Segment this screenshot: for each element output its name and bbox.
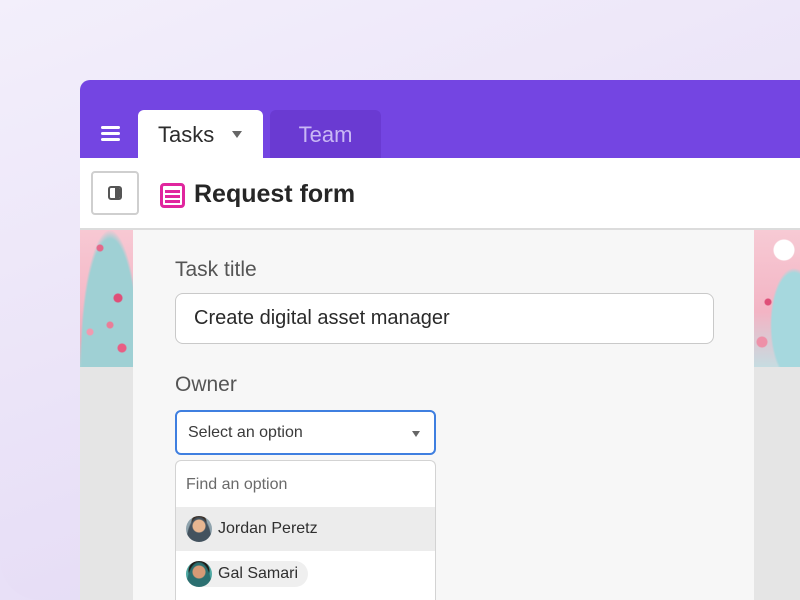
user-chip: Jordan Peretz <box>186 516 328 542</box>
cover-image-right <box>754 230 800 367</box>
task-title-label: Task title <box>175 258 257 281</box>
menu-icon[interactable] <box>100 124 122 144</box>
tab-tasks-label: Tasks <box>158 122 215 147</box>
tab-tasks[interactable]: Tasks <box>138 110 263 158</box>
tab-bar: Tasks Team <box>80 80 800 158</box>
sidebar-toggle-icon <box>108 186 122 200</box>
background-frame: Tasks Team Request form Task title Owner <box>0 0 800 600</box>
tab-team[interactable]: Team <box>270 110 381 158</box>
form-card: Task title Owner Select an option Jordan… <box>133 230 754 600</box>
owner-label: Owner <box>175 373 237 396</box>
content-area: Task title Owner Select an option Jordan… <box>80 230 800 600</box>
option-gal-samari[interactable]: Gal Samari <box>176 552 435 596</box>
tab-team-label: Team <box>298 122 353 147</box>
page-header: Request form <box>80 158 800 230</box>
option-label: Jordan Peretz <box>218 520 318 537</box>
task-title-input[interactable] <box>175 293 714 344</box>
chevron-down-icon[interactable] <box>232 131 242 138</box>
app-window: Tasks Team Request form Task title Owner <box>80 80 800 600</box>
avatar <box>186 516 212 542</box>
option-search-input[interactable] <box>186 475 426 495</box>
avatar <box>186 561 212 587</box>
option-jordan-peretz[interactable]: Jordan Peretz <box>176 507 435 551</box>
caret-down-icon <box>412 431 420 437</box>
panel-toggle-button[interactable] <box>91 171 139 215</box>
owner-select-value: Select an option <box>188 424 303 441</box>
form-icon <box>160 183 185 208</box>
owner-dropdown: Jordan Peretz Gal Samari <box>175 460 436 600</box>
owner-select[interactable]: Select an option <box>175 410 436 455</box>
cover-image-left <box>80 230 133 367</box>
page-title: Request form <box>194 180 356 208</box>
user-chip: Gal Samari <box>186 561 309 587</box>
option-label: Gal Samari <box>218 565 299 582</box>
